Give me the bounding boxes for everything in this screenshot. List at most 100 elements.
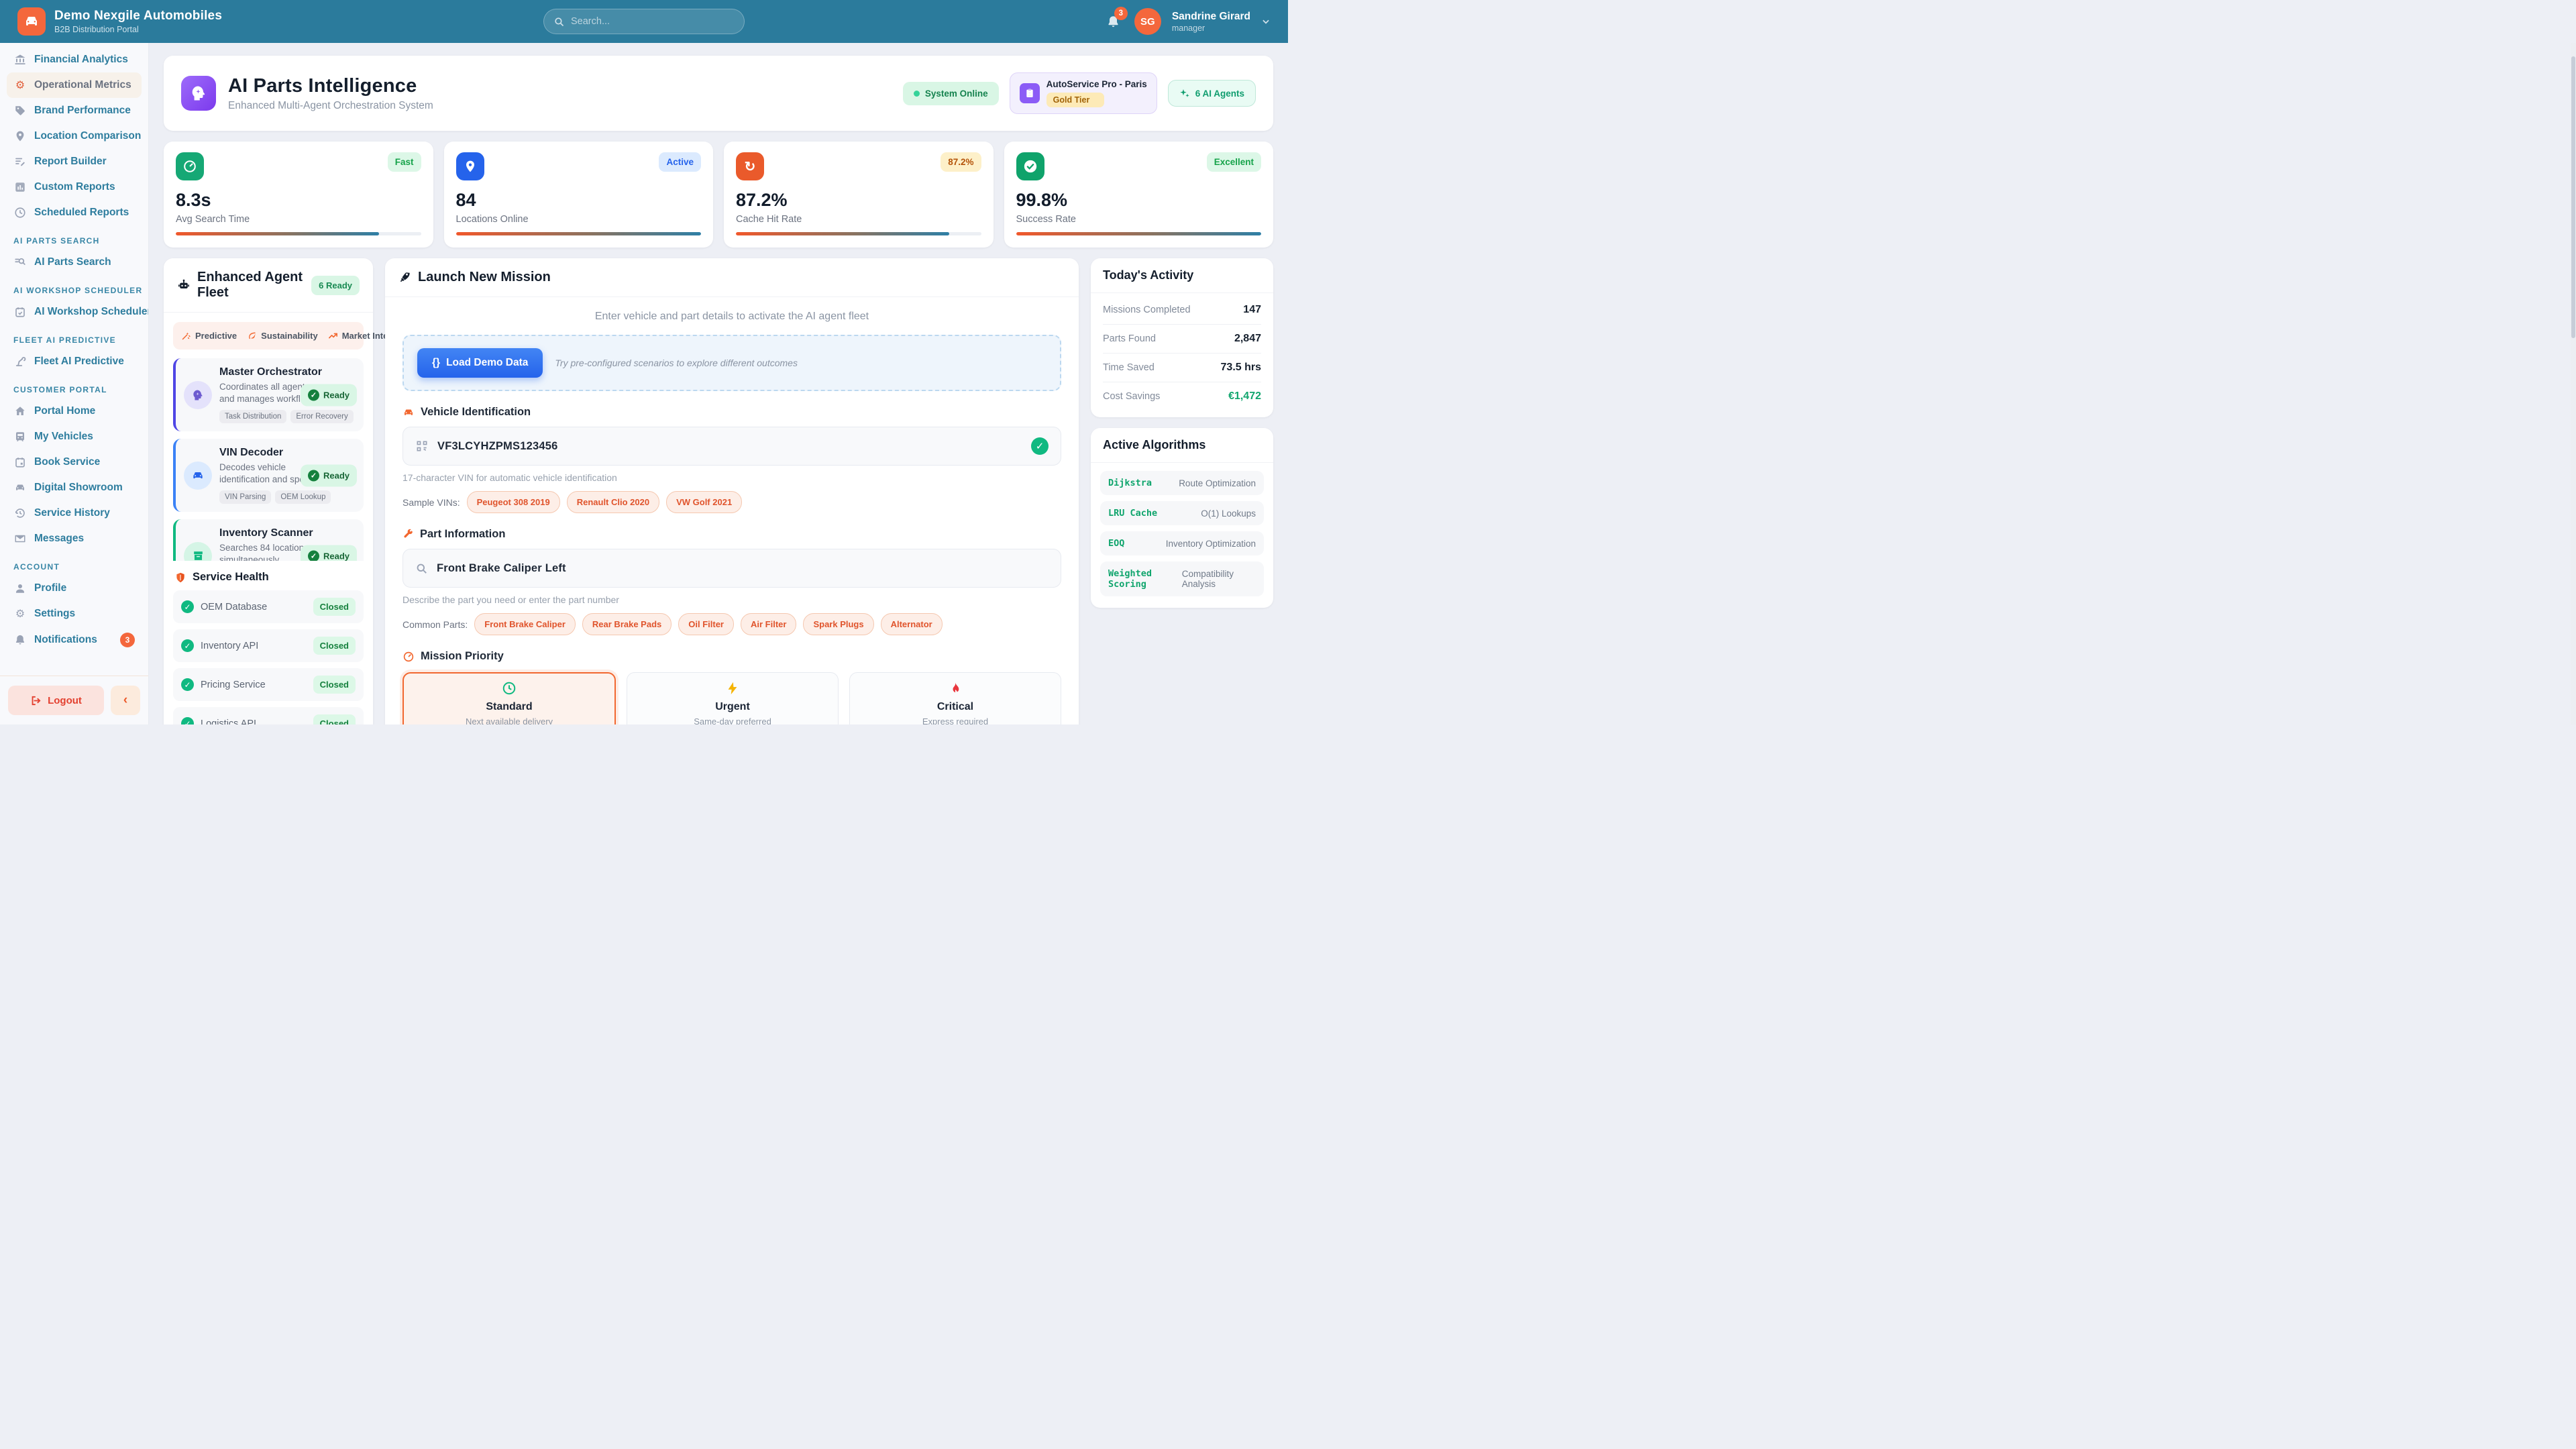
sidebar-collapse-button chevron-left-icon[interactable]: ‹ (111, 686, 140, 715)
sparkles-icon (1179, 88, 1190, 99)
top-header: Demo Nexgile Automobiles B2B Distributio… (0, 0, 1288, 43)
priority-options: Standard Next available delivery Urgent … (402, 672, 1061, 724)
sidebar-section-account: ACCOUNT (7, 551, 142, 576)
sidebar-item-label: Location Comparison (34, 130, 141, 142)
capability-market-intel: Market Intel (328, 331, 390, 341)
agent-tag: OEM Lookup (275, 490, 331, 504)
sidebar-item-label: Settings (34, 608, 75, 620)
sidebar-item-settings[interactable]: ⚙ Settings (7, 601, 142, 627)
vin-input[interactable]: VF3LCYHZPMS123456 ✓ (402, 427, 1061, 466)
activity-row-time: Time Saved 73.5 hrs (1103, 354, 1261, 382)
report-builder-icon (13, 155, 27, 168)
car-icon (13, 481, 27, 494)
notifications-bell-icon[interactable]: 3 (1104, 11, 1124, 32)
sidebar-item-ai-parts-search[interactable]: AI Parts Search (7, 250, 142, 275)
sidebar-item-operational-metrics[interactable]: ⚙ Operational Metrics (7, 72, 142, 98)
map-pin-icon (456, 152, 484, 180)
common-part-spark-plugs[interactable]: Spark Plugs (803, 613, 873, 635)
user-role: manager (1172, 23, 1250, 33)
sidebar-item-location-comparison[interactable]: Location Comparison (7, 123, 142, 149)
status-dot (914, 91, 920, 97)
common-part-oil-filter[interactable]: Oil Filter (678, 613, 734, 635)
priority-standard[interactable]: Standard Next available delivery (402, 672, 616, 724)
sidebar-item-brand-performance[interactable]: Brand Performance (7, 98, 142, 123)
agent-head-icon (184, 381, 212, 409)
sidebar-item-my-vehicles[interactable]: My Vehicles (7, 424, 142, 449)
sidebar-item-custom-reports[interactable]: Custom Reports (7, 174, 142, 200)
sidebar-section-fleet-ai-predictive: FLEET AI PREDICTIVE (7, 325, 142, 349)
load-demo-data-button[interactable]: {} Load Demo Data (417, 348, 543, 378)
calendar-check-icon (13, 305, 27, 319)
sidebar-item-book-service[interactable]: Book Service (7, 449, 142, 475)
sidebar-item-ai-workshop-scheduler[interactable]: AI Workshop Scheduler (7, 299, 142, 325)
system-status-badge: System Online (903, 82, 999, 105)
vin-helper: 17-character VIN for automatic vehicle i… (402, 472, 1061, 483)
dealer-card: AutoService Pro - Paris Gold Tier (1010, 72, 1157, 114)
sidebar-item-portal-home[interactable]: Portal Home (7, 398, 142, 424)
sidebar-item-label: Scheduled Reports (34, 207, 129, 219)
common-part-air-filter[interactable]: Air Filter (741, 613, 796, 635)
active-algorithms-card: Active Algorithms Dijkstra Route Optimiz… (1091, 428, 1273, 608)
sidebar-item-scheduled-reports[interactable]: Scheduled Reports (7, 200, 142, 225)
common-part-rear-brake-pads[interactable]: Rear Brake Pads (582, 613, 672, 635)
sidebar-item-financial-analytics[interactable]: Financial Analytics (7, 47, 142, 72)
sidebar-item-label: Notifications (34, 634, 97, 646)
ai-agents-button[interactable]: 6 AI Agents (1168, 80, 1256, 107)
sidebar-item-label: Report Builder (34, 156, 107, 168)
sidebar-item-service-history[interactable]: Service History (7, 500, 142, 526)
launch-mission-panel: Launch New Mission Enter vehicle and par… (385, 258, 1079, 724)
tag-icon (13, 104, 27, 117)
car-icon (402, 407, 415, 419)
trending-up-icon (328, 331, 338, 341)
service-health-title: Service Health (193, 571, 269, 584)
gear-icon: ⚙ (13, 607, 27, 621)
check-icon: ✓ (181, 678, 194, 691)
stat-label: Success Rate (1016, 214, 1262, 225)
scrollbar-thumb[interactable] (2571, 56, 2575, 338)
check-icon: ✓ (181, 639, 194, 652)
part-value: Front Brake Caliper Left (437, 562, 566, 575)
page-scrollbar[interactable] (2571, 43, 2576, 724)
sidebar-item-profile[interactable]: Profile (7, 576, 142, 601)
sample-vin-renault[interactable]: Renault Clio 2020 (567, 491, 659, 513)
search-input[interactable] (571, 16, 735, 27)
agent-card-inventory-scanner[interactable]: Inventory Scanner Searches 84 locations … (173, 519, 364, 561)
agent-card-master-orchestrator[interactable]: Master Orchestrator Coordinates all agen… (173, 358, 364, 431)
sidebar-item-report-builder[interactable]: Report Builder (7, 149, 142, 174)
common-part-alternator[interactable]: Alternator (881, 613, 943, 635)
sidebar-item-digital-showroom[interactable]: Digital Showroom (7, 475, 142, 500)
wrench-icon (402, 529, 414, 540)
common-part-front-brake-caliper[interactable]: Front Brake Caliper (474, 613, 576, 635)
agent-fleet-panel: Enhanced Agent Fleet 6 Ready Predictive … (164, 258, 373, 724)
clock-icon (13, 206, 27, 219)
sidebar-item-notifications[interactable]: Notifications 3 (7, 627, 142, 653)
global-search[interactable] (543, 9, 745, 34)
notification-count-badge: 3 (1114, 7, 1128, 20)
sidebar-item-messages[interactable]: Messages (7, 526, 142, 551)
capability-sustainability: Sustainability (247, 331, 318, 341)
sidebar-section-customer-portal: CUSTOMER PORTAL (7, 374, 142, 398)
sidebar-item-label: Portal Home (34, 405, 95, 417)
sample-vin-vw[interactable]: VW Golf 2021 (666, 491, 742, 513)
id-badge-icon (1020, 83, 1040, 103)
chevron-down-icon[interactable] (1261, 17, 1271, 26)
sidebar-item-fleet-ai-predictive[interactable]: Fleet AI Predictive (7, 349, 142, 374)
agent-card-vin-decoder[interactable]: VIN Decoder Decodes vehicle identificati… (173, 439, 364, 512)
sample-vin-peugeot[interactable]: Peugeot 308 2019 (467, 491, 560, 513)
user-info[interactable]: Sandrine Girard manager (1172, 11, 1250, 33)
sidebar-item-label: AI Parts Search (34, 256, 111, 268)
logout-button[interactable]: Logout (8, 686, 104, 715)
priority-urgent[interactable]: Urgent Same-day preferred (627, 672, 839, 724)
stat-progress (456, 232, 702, 235)
priority-critical[interactable]: Critical Express required (849, 672, 1061, 724)
shield-icon (174, 572, 186, 584)
history-icon (13, 506, 27, 520)
part-search-input[interactable]: Front Brake Caliper Left (402, 549, 1061, 588)
ai-head-icon (181, 76, 216, 111)
notifications-count-badge: 3 (120, 633, 135, 647)
user-avatar[interactable]: SG (1134, 8, 1161, 35)
vin-value: VF3LCYHZPMS123456 (437, 440, 557, 453)
sidebar-item-label: Fleet AI Predictive (34, 356, 124, 368)
map-pin-icon (13, 129, 27, 143)
service-status-badge: Closed (313, 598, 356, 616)
